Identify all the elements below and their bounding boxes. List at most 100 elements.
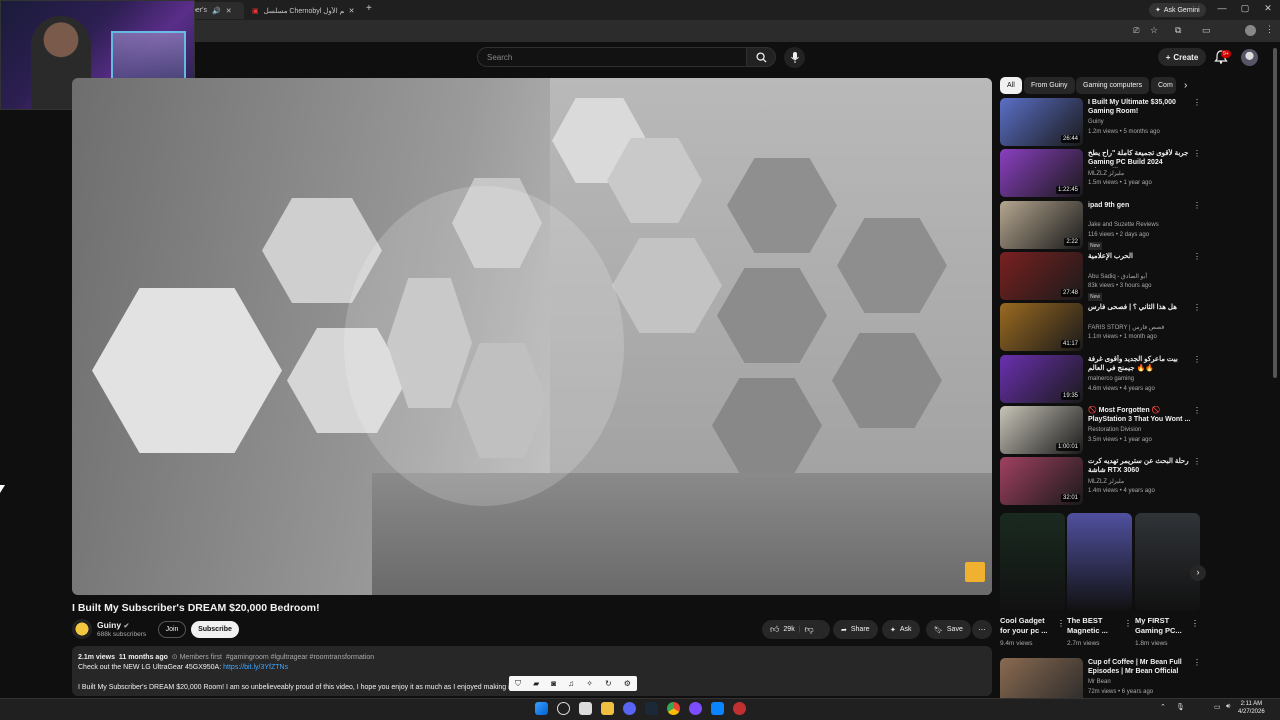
recommendation-menu-icon[interactable]: ⋮: [1193, 406, 1201, 415]
recommendation-menu-icon[interactable]: ⋮: [1193, 303, 1201, 312]
join-button[interactable]: Join: [158, 621, 186, 638]
network-icon[interactable]: ▭: [1214, 703, 1221, 711]
recommendation-title[interactable]: جربة لأقوى تجميعة كاملة "راح يطخ Gaming …: [1088, 149, 1193, 168]
recommendation-item[interactable]: 1:00:01 🚫 Most Forgotten 🚫 PlayStation 3 …: [1000, 405, 1205, 456]
app-icon[interactable]: [733, 702, 746, 715]
refresh-icon[interactable]: ↻: [605, 679, 612, 688]
close-tab-icon[interactable]: ✕: [349, 7, 355, 15]
search-button[interactable]: [746, 47, 776, 67]
windows-start-icon[interactable]: [535, 702, 548, 715]
recommendation-item[interactable]: 41:17 هل هذا الثاني ؟ | فصحى فارس FARIS ST…: [1000, 303, 1205, 353]
recommendation-item[interactable]: 32:01 رحلة البحث عن ستريمر تهديه كرت شاشة…: [1000, 457, 1205, 507]
recommendation-thumbnail[interactable]: 19:35: [1000, 354, 1083, 403]
volume-icon[interactable]: 🔊︎: [1226, 703, 1230, 711]
steam-icon[interactable]: [645, 702, 658, 715]
close-window-button[interactable]: ✕: [1258, 3, 1278, 14]
recommendation-thumbnail[interactable]: 26:44: [1000, 98, 1083, 146]
chip-gaming-computers[interactable]: Gaming computers: [1076, 77, 1150, 94]
short-thumbnail[interactable]: [1135, 513, 1200, 611]
recommendation-channel[interactable]: Guiny: [1088, 119, 1104, 125]
discord-icon[interactable]: [623, 702, 636, 715]
short-thumbnail[interactable]: [1000, 513, 1065, 611]
recommendation-thumbnail[interactable]: 41:17: [1000, 303, 1083, 352]
recommendation-channel[interactable]: malnerco gaming: [1088, 376, 1134, 382]
maximize-button[interactable]: ▢: [1235, 3, 1255, 14]
recommendation-menu-icon[interactable]: ⋮: [1193, 355, 1201, 364]
menu-dots-icon[interactable]: ⋮: [1265, 24, 1274, 35]
recommendation-item[interactable]: 1:22:45 جربة لأقوى تجميعة كاملة "راح يطخ …: [1000, 149, 1205, 199]
thumbs-up-icon[interactable]: 👍︎: [770, 624, 779, 635]
account-avatar[interactable]: [1241, 49, 1258, 66]
recommendation-title[interactable]: I Built My Ultimate $35,000 Gaming Room!: [1088, 98, 1193, 116]
short-menu-icon[interactable]: ⋮: [1124, 619, 1132, 628]
recommendation-title[interactable]: Cup of Coffee | Mr Bean Full Episodes | …: [1088, 658, 1193, 676]
app-icon[interactable]: [711, 702, 724, 715]
short-menu-icon[interactable]: ⋮: [1057, 619, 1065, 628]
minimize-button[interactable]: —: [1212, 3, 1232, 13]
channel-watermark-icon[interactable]: [965, 562, 985, 582]
chip-all[interactable]: All: [1000, 77, 1022, 94]
ask-button[interactable]: ✦ Ask: [882, 620, 920, 639]
recommendation-menu-icon[interactable]: ⋮: [1193, 201, 1201, 210]
page-scrollbar[interactable]: [1273, 48, 1277, 378]
short-title[interactable]: The BEST Magnetic ...: [1067, 616, 1122, 636]
shorts-next-icon[interactable]: ›: [1190, 565, 1206, 581]
recommendation-thumbnail[interactable]: 1:00:01: [1000, 405, 1083, 454]
hashtags[interactable]: #gamingroom #lgultragear #roomtransforma…: [226, 654, 374, 661]
audio-icon[interactable]: ♫: [568, 679, 574, 688]
short-menu-icon[interactable]: ⋮: [1191, 619, 1199, 628]
recommendation-thumbnail[interactable]: 27:48: [1000, 251, 1083, 300]
chip-from-channel[interactable]: From Guiny: [1024, 77, 1075, 94]
recommendation-channel[interactable]: Restoration Division: [1088, 427, 1141, 433]
like-count[interactable]: 29k: [783, 626, 794, 633]
subscribe-button[interactable]: Subscribe: [191, 621, 239, 638]
recommendation-title[interactable]: رحلة البحث عن ستريمر تهديه كرت شاشة RTX …: [1088, 457, 1193, 475]
recommendation-title[interactable]: هل هذا الثاني ؟ | فصحى فارس: [1088, 303, 1193, 312]
task-view-icon[interactable]: [579, 702, 592, 715]
recommendation-thumbnail[interactable]: 2:22: [1000, 200, 1083, 249]
tray-chevron-icon[interactable]: ⌃: [1160, 703, 1166, 711]
ask-gemini-button[interactable]: ✦ Ask Gemini: [1149, 3, 1206, 17]
channel-avatar[interactable]: [72, 619, 92, 639]
chrome-icon[interactable]: [667, 702, 680, 715]
recommendation-title[interactable]: بيت ماعركو الجديد وأقوى غرفة جيمنج في ال…: [1088, 355, 1193, 373]
save-button[interactable]: 🔖︎ Save: [926, 620, 971, 639]
tab-chernobyl[interactable]: ▣ مسلسل Chernobyl الموسم الأول ✕: [246, 2, 362, 19]
recommendation-title[interactable]: 🚫 Most Forgotten 🚫 PlayStation 3 That Yo…: [1088, 406, 1193, 424]
recommendation-item[interactable]: 19:35 بيت ماعركو الجديد وأقوى غرفة جيمنج …: [1000, 354, 1205, 405]
recommendation-title[interactable]: الحرب الإعلامية: [1088, 252, 1193, 261]
short-title[interactable]: My FIRST Gaming PC...: [1135, 616, 1190, 636]
new-tab-icon[interactable]: +: [366, 3, 372, 14]
recommendation-menu-icon[interactable]: ⋮: [1193, 98, 1201, 107]
recommendation-channel[interactable]: MLZLZ مليزلز: [1088, 170, 1124, 177]
thumbs-down-icon[interactable]: 👎︎: [805, 624, 814, 635]
recommendation-channel[interactable]: FARIS STORY | قصص فارس: [1088, 324, 1164, 331]
file-explorer-icon[interactable]: [601, 702, 614, 715]
short-title[interactable]: Cool Gadget for your pc ...: [1000, 616, 1055, 636]
cast-icon[interactable]: ⎚: [1133, 26, 1139, 36]
video-player[interactable]: [72, 78, 992, 595]
voice-search-button[interactable]: [784, 47, 805, 68]
recommendation-channel[interactable]: Jake and Suzette Reviews: [1088, 222, 1159, 228]
recommendation-item[interactable]: 27:48 الحرب الإعلامية Abu Sadiq - أبو الصا…: [1000, 251, 1205, 302]
settings-icon[interactable]: ⚙: [624, 679, 631, 688]
close-tab-icon[interactable]: ✕: [226, 7, 232, 15]
recommendation-menu-icon[interactable]: ⋮: [1193, 252, 1201, 261]
recommendation-menu-icon[interactable]: ⋮: [1193, 658, 1201, 667]
clapper-icon[interactable]: ▰: [533, 679, 539, 688]
recommendation-item[interactable]: 2:22 ipad 9th gen Jake and Suzette Reviews…: [1000, 200, 1205, 251]
recommendation-thumbnail[interactable]: 32:01: [1000, 457, 1083, 506]
recommendation-thumbnail[interactable]: 1:22:45: [1000, 149, 1083, 198]
channel-name[interactable]: Guiny ✔: [97, 620, 129, 630]
taskbar-clock[interactable]: 2:11 AM 4/27/2026: [1238, 700, 1265, 716]
chevron-right-icon[interactable]: ›: [1184, 80, 1187, 91]
bookmark-star-icon[interactable]: ☆: [1150, 25, 1158, 36]
pin-icon[interactable]: ✧: [586, 679, 593, 688]
description-link[interactable]: https://bit.ly/3YfZTNs: [223, 664, 288, 671]
search-input[interactable]: Search: [477, 47, 746, 67]
more-actions-button[interactable]: ⋯: [972, 620, 992, 639]
chip-more[interactable]: Com: [1151, 77, 1176, 94]
obs-icon[interactable]: [689, 702, 702, 715]
recommendation-channel[interactable]: Mr Bean: [1088, 679, 1111, 685]
taskbar-search-icon[interactable]: [557, 702, 570, 715]
